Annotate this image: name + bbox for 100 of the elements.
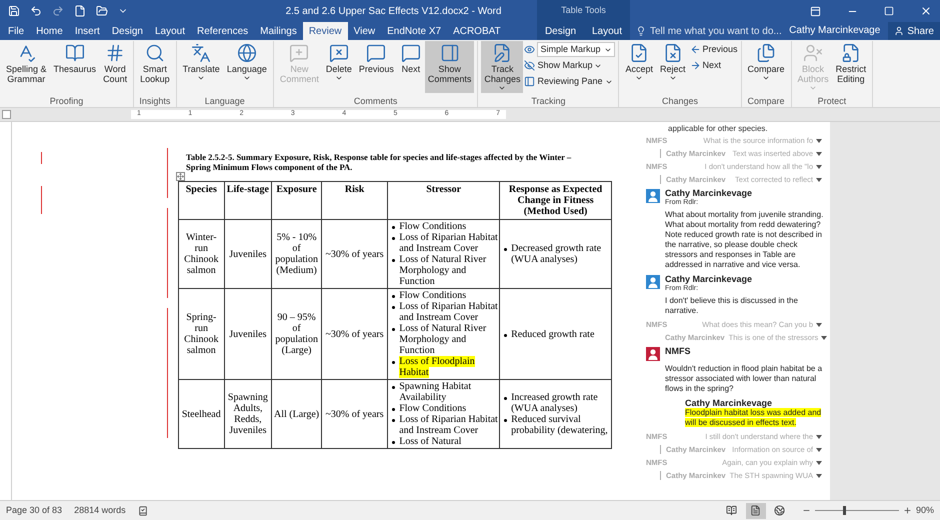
ribbon-button[interactable]: Accept [622,41,656,93]
ribbon-display-icon[interactable] [810,6,821,16]
list-item-text: Decreased growth rate (WUA analyses) [511,243,602,265]
ribbon-button[interactable]: Thesaurus [50,41,100,93]
ribbon-tab[interactable]: References [191,22,254,40]
list-item-text: Reduced growth rate [511,328,594,340]
table-cell: 90 – 95% of population (Large) [272,288,322,380]
bullet-icon [392,441,396,444]
restore-icon[interactable] [884,6,894,16]
expand-caret-icon[interactable] [816,152,822,156]
expand-caret-icon[interactable] [816,460,822,464]
zoom-in-icon[interactable] [902,506,912,515]
show-markup-icon [524,60,536,71]
table-cell: Steelhead [178,380,224,448]
ribbon-button[interactable]: Next [690,58,738,73]
previous-comment-icon [366,43,386,63]
group-label: Proofing [50,96,84,107]
ribbon-button[interactable]: Reject [657,41,689,93]
bullet-icon [392,237,396,240]
ribbon-tab[interactable]: Layout [148,22,191,40]
ribbon-button[interactable]: Previous [690,42,738,57]
ribbon-button[interactable]: Word Count [100,41,130,93]
dropdown-caret-icon [635,74,644,82]
ribbon-tab[interactable]: EndNote X7 [381,22,448,40]
ribbon-button[interactable]: Track Changes [481,41,524,93]
zoom-level[interactable]: 90% [916,504,934,518]
undo-icon[interactable] [30,5,42,17]
ribbon-tab[interactable]: Layout [586,22,628,40]
ribbon-button[interactable]: Show Markup [524,58,616,73]
ribbon-button[interactable]: Next [398,41,424,93]
bullet-icon [504,419,508,422]
ribbon-button[interactable]: Delete [322,41,355,93]
restrict-editing-icon [840,43,861,63]
expand-caret-icon[interactable] [816,448,822,452]
table-move-handle-icon[interactable] [176,172,185,181]
view-button[interactable] [746,502,766,518]
bullet-icon [392,408,396,411]
expand-caret-icon[interactable] [816,322,822,326]
ribbon-tab[interactable]: Design [538,22,582,40]
new-comment-icon [289,43,310,63]
bullet-icon [392,259,396,262]
contextual-group-label: Table Tools [561,4,606,18]
comment-author: Cathy Marcinkevage [665,188,752,198]
ribbon-button[interactable]: Previous [356,41,397,93]
column-header: Response as Expected Change in Fitness (Method Used) [500,182,612,220]
expand-caret-icon[interactable] [816,164,822,168]
ribbon-tab[interactable]: View [348,22,382,40]
list-item-text: Spawning Habitat Availability [399,381,472,403]
ribbon-button[interactable]: Language [224,41,270,93]
previous-change-icon [690,44,701,55]
bullet-icon [504,334,508,336]
ribbon-tab[interactable]: Insert [68,22,106,40]
ribbon-tab[interactable]: Mailings [254,22,303,40]
read-mode-icon [726,505,738,516]
print-layout-icon [750,505,762,516]
dropdown-caret-icon [809,84,818,92]
comment-text: What about mortality from redd dewatering? Note reduced growth rate is not described in the narrative, so please double check stressors and responses in Table are addressed in narrative and vice versa. [665,220,823,270]
group-label: Compare [748,96,785,107]
expand-caret-icon[interactable] [816,434,822,438]
proofing-icon[interactable] [138,506,148,516]
folder-icon[interactable] [96,5,108,17]
share-button[interactable]: Share [888,22,940,40]
table-cell: ~30% of years [321,380,388,448]
ribbon-tab[interactable]: Home [30,22,69,40]
ribbon-button[interactable]: Translate [180,41,223,93]
list-item-text: Loss of Riparian Habitat and Instream Cover [399,301,499,323]
ribbon-button[interactable]: Spelling & Grammar [3,41,50,93]
list-item-text: Flow Conditions [399,290,466,301]
zoom-slider-thumb[interactable] [842,506,846,515]
column-header: Stressor [388,182,500,220]
new-document-icon[interactable] [74,5,86,17]
user-name[interactable]: Cathy Marcinkevage [789,22,888,40]
column-header: Exposure [272,182,322,220]
ribbon-button[interactable]: Show Comments [424,41,474,93]
expand-caret-icon[interactable] [816,178,822,182]
bullet-icon [392,295,396,298]
column-header: Species [178,182,224,220]
table-cell: All (Large) [272,380,322,448]
expand-caret-icon[interactable] [816,138,822,142]
dropdown-caret-icon [762,74,770,82]
ribbon-tab[interactable]: ACROBAT [447,22,507,40]
ribbon-button[interactable]: Smart Lookup [137,41,173,93]
comment-author: Cathy Marcinkevage [685,398,774,408]
save-icon[interactable] [8,5,20,17]
list-item-text: Loss of Riparian Habitat and Instream Cover [399,414,499,436]
ribbon-tab[interactable]: File [2,22,30,40]
word-count[interactable]: 28814 words [74,504,126,518]
comment-author: NMFS [665,346,690,356]
ribbon-button[interactable]: Restrict Editing [832,41,870,93]
ribbon-button[interactable]: Compare [744,41,788,93]
table-cell: Winter-run Chinook salmon [178,220,224,288]
tab-selector-icon[interactable] [2,110,11,119]
close-icon[interactable] [920,5,932,17]
ribbon-button[interactable]: Reviewing Pane [524,74,616,89]
ribbon-tab[interactable]: Design [106,22,149,40]
ribbon-tab[interactable]: Review [302,22,348,40]
page-count[interactable]: Page 30 of 83 [6,504,62,518]
tell-me-field[interactable]: Tell me what you want to do... [630,22,788,40]
expand-caret-icon[interactable] [816,474,822,478]
bullet-icon [392,226,396,229]
